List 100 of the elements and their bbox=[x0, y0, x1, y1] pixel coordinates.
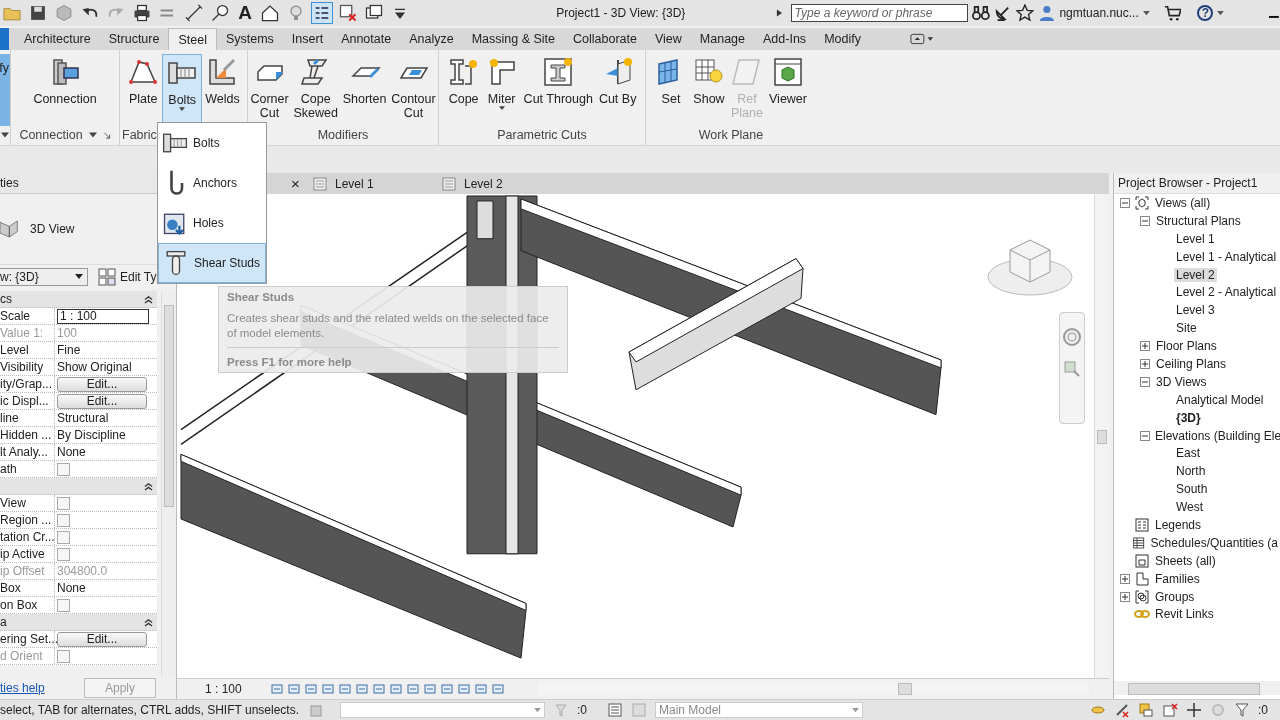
view-control-icon[interactable] bbox=[406, 682, 420, 696]
star-icon[interactable] bbox=[1015, 4, 1034, 22]
drag-select-icon[interactable] bbox=[1186, 702, 1202, 718]
tree-item[interactable]: West bbox=[1174, 500, 1206, 515]
binoculars-icon[interactable] bbox=[972, 4, 991, 22]
ribbon-tab[interactable]: Collaborate bbox=[564, 28, 646, 50]
ribbon-tab[interactable]: Structure bbox=[99, 28, 169, 50]
edit-type-button[interactable]: Edit Ty bbox=[120, 270, 157, 284]
tree-item[interactable]: Level 2 bbox=[1174, 267, 1217, 282]
ribbon-button[interactable]: Viewer bbox=[766, 54, 810, 126]
view-control-icon[interactable] bbox=[321, 682, 335, 696]
collapse-icon[interactable] bbox=[144, 617, 154, 627]
ribbon-button[interactable]: fy bbox=[0, 54, 10, 126]
document-tab[interactable]: Level 1 bbox=[311, 176, 440, 191]
ribbon-tab[interactable]: Architecture bbox=[15, 28, 100, 50]
tree-item[interactable]: Families bbox=[1153, 571, 1202, 586]
ribbon-tab[interactable]: Massing & Site bbox=[462, 28, 565, 50]
expand-icon[interactable] bbox=[1120, 573, 1130, 584]
navigation-bar[interactable] bbox=[1059, 312, 1085, 424]
tree-item[interactable]: Level 3 bbox=[1174, 303, 1217, 318]
expand-icon[interactable] bbox=[1140, 341, 1150, 352]
scrollbar[interactable] bbox=[1094, 194, 1109, 678]
edit-button[interactable]: Edit... bbox=[57, 393, 147, 409]
view-control-icon[interactable] bbox=[491, 682, 505, 696]
tree-item[interactable]: Structural Plans bbox=[1154, 213, 1243, 228]
steering-wheel-icon[interactable] bbox=[1062, 327, 1082, 347]
view-control-icon[interactable] bbox=[440, 682, 454, 696]
design-options-icon[interactable] bbox=[607, 702, 623, 718]
collapse-icon[interactable] bbox=[144, 294, 154, 304]
tree-item[interactable]: Floor Plans bbox=[1154, 339, 1219, 354]
checkbox[interactable] bbox=[57, 496, 70, 510]
expand-icon[interactable] bbox=[1140, 358, 1150, 369]
ribbon-button[interactable]: Cut Through bbox=[520, 54, 596, 126]
tree-item[interactable]: Elevations (Building Ele bbox=[1153, 428, 1280, 443]
tree-item[interactable]: Schedules/Quantities (a bbox=[1148, 535, 1280, 550]
view-control-icon[interactable] bbox=[270, 682, 284, 696]
save-icon[interactable] bbox=[28, 3, 48, 23]
ribbon-button[interactable]: Cope bbox=[444, 54, 483, 126]
help-button[interactable]: ? bbox=[1197, 5, 1214, 21]
tree-item[interactable]: Groups bbox=[1153, 589, 1197, 604]
view-control-icon[interactable] bbox=[389, 682, 403, 696]
caret-icon[interactable] bbox=[179, 107, 186, 112]
menu-item[interactable]: Holes bbox=[158, 203, 266, 243]
cart-icon[interactable] bbox=[1163, 4, 1182, 22]
tree-item[interactable]: Site bbox=[1174, 321, 1199, 336]
scrollbar[interactable] bbox=[538, 683, 1089, 695]
caret-icon[interactable] bbox=[88, 131, 97, 139]
underlay-select-icon[interactable] bbox=[1138, 702, 1154, 718]
tree-item[interactable]: North bbox=[1174, 464, 1208, 479]
tag-icon[interactable] bbox=[210, 3, 230, 23]
tree-item[interactable]: Views (all) bbox=[1153, 195, 1213, 210]
edit-type-icon[interactable] bbox=[98, 268, 116, 286]
caret-icon[interactable] bbox=[1142, 10, 1150, 16]
ribbon-tab[interactable]: Annotate bbox=[332, 28, 401, 50]
view-control-icon[interactable] bbox=[304, 682, 318, 696]
menu-item[interactable]: Bolts bbox=[158, 123, 266, 163]
ribbon-tab[interactable]: Systems bbox=[216, 28, 283, 50]
view-control-icon[interactable] bbox=[355, 682, 369, 696]
house-icon[interactable] bbox=[260, 3, 280, 23]
window-close-icon[interactable] bbox=[338, 3, 358, 23]
dimension-icon[interactable] bbox=[184, 3, 204, 23]
view-control-icon[interactable] bbox=[457, 682, 471, 696]
scale-label[interactable]: 1 : 100 bbox=[205, 682, 267, 696]
ribbon-tab[interactable]: Steel bbox=[168, 28, 217, 50]
printer-icon[interactable] bbox=[132, 3, 152, 23]
text-tool[interactable]: A bbox=[236, 2, 254, 24]
view-selector[interactable]: w: {3D} bbox=[0, 268, 88, 286]
tree-item[interactable]: Analytical Model bbox=[1174, 392, 1266, 407]
search-field[interactable]: Type a keyword or phrase bbox=[790, 4, 969, 22]
ribbon-tab[interactable]: View bbox=[645, 28, 691, 50]
scrollbar[interactable] bbox=[1114, 681, 1280, 695]
ribbon-tab[interactable]: Add-Ins bbox=[754, 28, 816, 50]
ribbon-button[interactable]: Plate bbox=[124, 54, 163, 126]
ribbon-tab[interactable]: Modify bbox=[815, 28, 870, 50]
dialog-launcher-icon[interactable] bbox=[102, 131, 111, 139]
caret-icon[interactable] bbox=[1, 131, 9, 139]
expand-arrow-icon[interactable] bbox=[775, 8, 783, 18]
caret-icon[interactable] bbox=[1217, 10, 1225, 16]
model-dropdown[interactable]: Main Model bbox=[655, 702, 863, 718]
menu-item[interactable]: Shear Studs bbox=[158, 243, 266, 283]
ribbon-button[interactable]: Shorten bbox=[340, 54, 389, 126]
tree-item[interactable]: 3D Views bbox=[1154, 374, 1209, 389]
tree-item[interactable]: Sheets (all) bbox=[1153, 553, 1218, 568]
tree-item[interactable]: South bbox=[1174, 482, 1210, 497]
view-control-icon[interactable] bbox=[338, 682, 352, 696]
zoom-icon[interactable] bbox=[1062, 359, 1082, 379]
tree-item[interactable]: Revit Links bbox=[1153, 607, 1216, 622]
thin-lines-icon[interactable] bbox=[312, 3, 332, 23]
view-control-icon[interactable] bbox=[474, 682, 488, 696]
tree-item[interactable]: East bbox=[1174, 446, 1202, 461]
checkbox[interactable] bbox=[57, 547, 70, 561]
checkbox[interactable] bbox=[57, 513, 70, 527]
checkbox[interactable] bbox=[57, 462, 70, 476]
close-tab-button[interactable]: × bbox=[291, 175, 311, 192]
tree-item[interactable]: {3D} bbox=[1174, 410, 1203, 425]
view-control-icon[interactable] bbox=[287, 682, 301, 696]
ribbon-button[interactable]: Miter bbox=[482, 54, 521, 126]
filter-icon[interactable] bbox=[1234, 702, 1250, 718]
expand-icon[interactable] bbox=[1120, 591, 1130, 602]
view-control-icon[interactable] bbox=[423, 682, 437, 696]
